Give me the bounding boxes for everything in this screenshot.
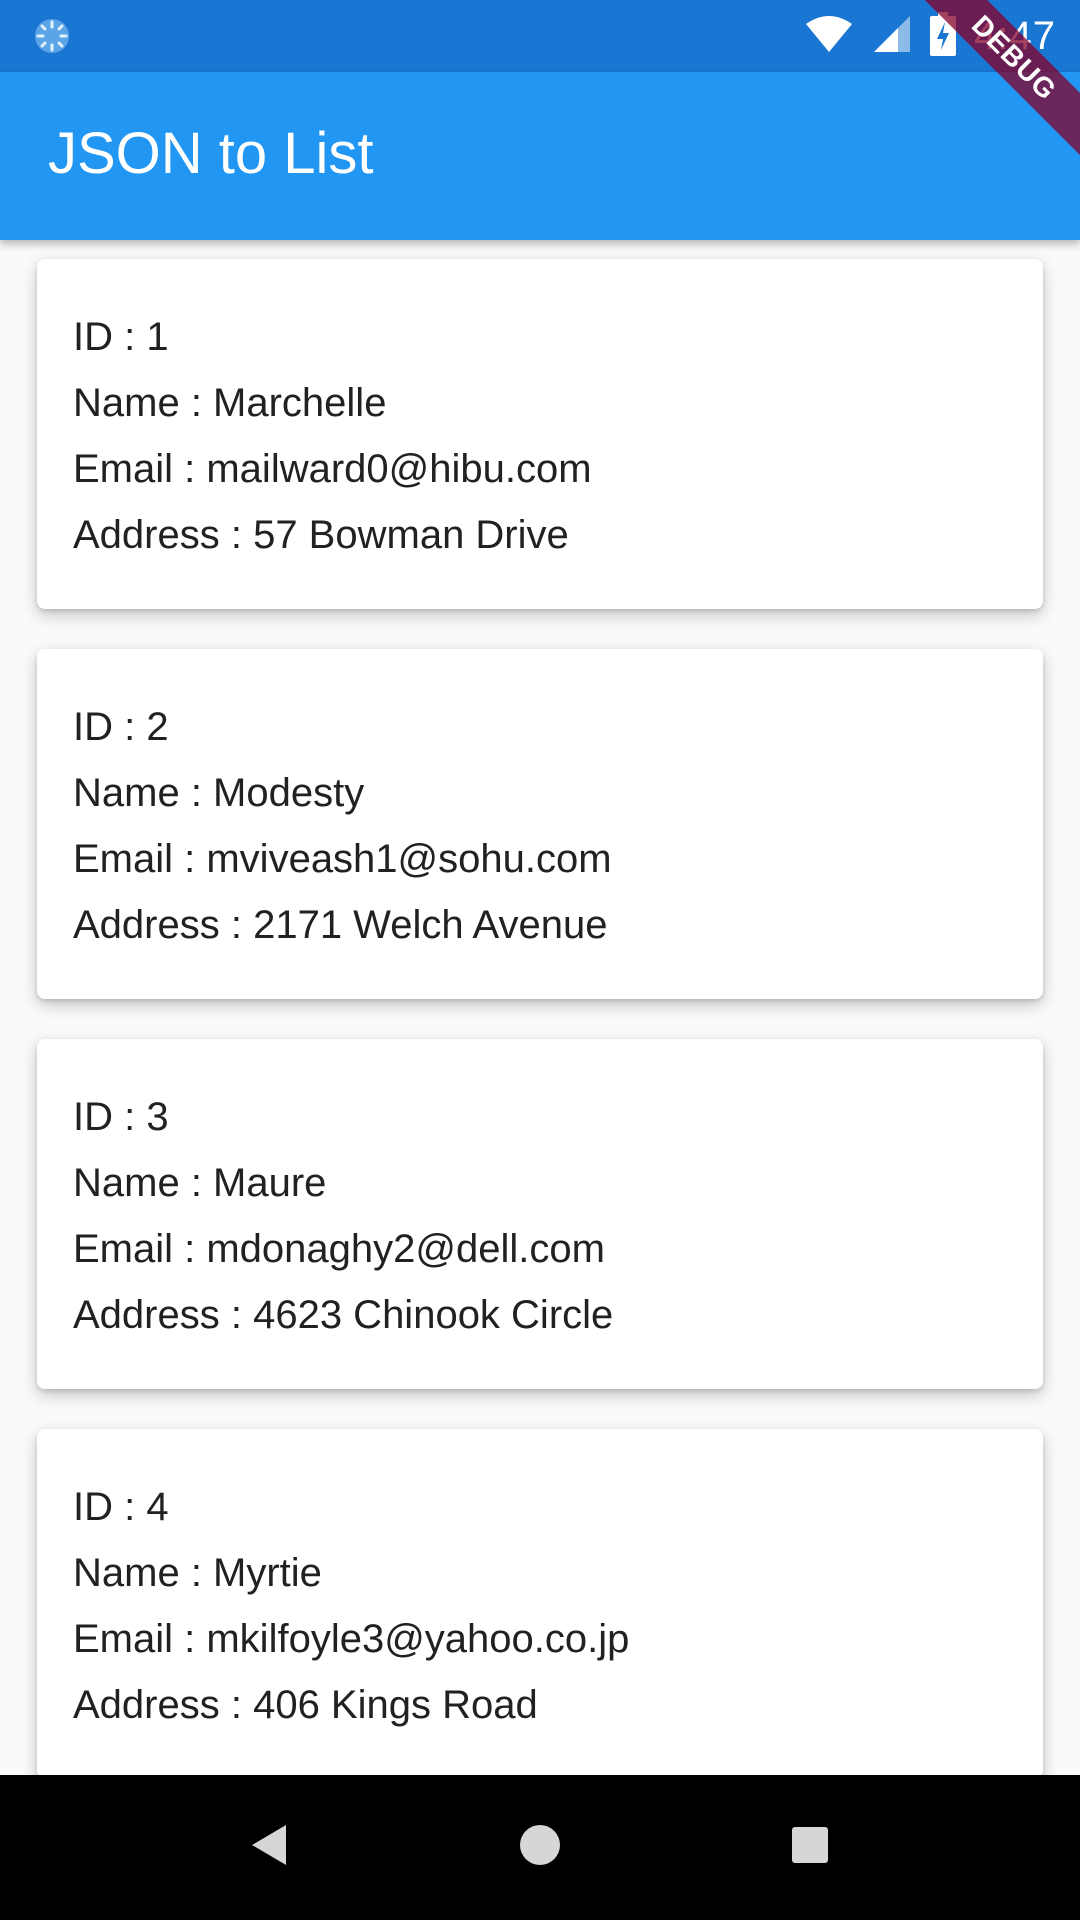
item-id: ID : 2 [73,705,169,749]
wifi-icon [804,14,854,59]
home-icon [518,1823,562,1872]
item-address: Address : 57 Bowman Drive [73,513,569,557]
recents-icon [790,1825,830,1870]
item-name: Name : Myrtie [73,1551,322,1595]
back-icon [250,1823,290,1872]
item-address: Address : 2171 Welch Avenue [73,903,608,947]
cell-signal-icon [872,14,912,59]
item-name: Name : Marchelle [73,381,387,425]
item-id: ID : 4 [73,1485,169,1529]
item-email: Email : mdonaghy2@dell.com [73,1227,605,1271]
app-bar: JSON to List [0,72,1080,240]
item-email: Email : mviveash1@sohu.com [73,837,612,881]
recents-button[interactable] [730,1775,890,1920]
item-address: Address : 406 Kings Road [73,1683,538,1727]
back-button[interactable] [190,1775,350,1920]
user-list[interactable]: ID : 1 Name : Marchelle Email : mailward… [0,240,1080,1775]
navigation-bar [0,1775,1080,1920]
list-item[interactable]: ID : 3 Name : Maure Email : mdonaghy2@de… [37,1039,1043,1389]
item-email: Email : mkilfoyle3@yahoo.co.jp [73,1617,630,1661]
screen: 4:47 JSON to List DEBUG ID : 1 Name : Ma… [0,0,1080,1920]
item-name: Name : Modesty [73,771,365,815]
item-address: Address : 4623 Chinook Circle [73,1293,614,1337]
list-item[interactable]: ID : 2 Name : Modesty Email : mviveash1@… [37,649,1043,999]
item-id: ID : 3 [73,1095,169,1139]
list-item[interactable]: ID : 1 Name : Marchelle Email : mailward… [37,259,1043,609]
item-email: Email : mailward0@hibu.com [73,447,592,491]
list-item[interactable]: ID : 4 Name : Myrtie Email : mkilfoyle3@… [37,1429,1043,1775]
home-button[interactable] [460,1775,620,1920]
item-id: ID : 1 [73,315,169,359]
loading-icon [32,16,72,56]
item-name: Name : Maure [73,1161,327,1205]
page-title: JSON to List [48,121,374,186]
status-bar: 4:47 [0,0,1080,72]
